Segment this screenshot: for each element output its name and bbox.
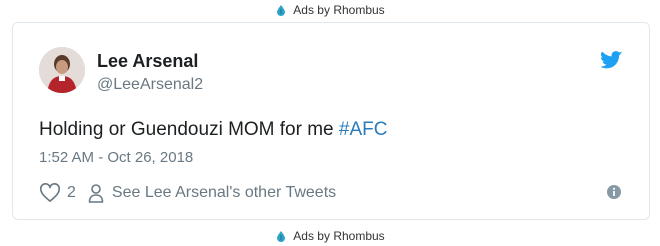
author-name[interactable]: Lee Arsenal <box>97 51 203 71</box>
tweet-actions: 2 See Lee Arsenal's other Tweets <box>39 183 336 203</box>
like-button[interactable]: 2 <box>39 183 76 203</box>
ads-bar-top[interactable]: Ads by Rhombus <box>0 0 660 20</box>
tweet-text: Holding or Guendouzi MOM for me #AFC <box>39 119 387 141</box>
ads-bar-bottom[interactable]: Ads by Rhombus <box>0 226 660 246</box>
info-icon[interactable] <box>607 185 621 199</box>
rhombus-drop-icon <box>277 5 286 16</box>
twitter-bird-icon[interactable] <box>601 51 623 69</box>
avatar-image <box>39 47 85 93</box>
like-count: 2 <box>67 184 76 201</box>
heart-icon <box>40 183 60 202</box>
author-block[interactable]: Lee Arsenal @LeeArsenal2 <box>97 51 203 95</box>
ads-label: Ads by Rhombus <box>293 229 385 243</box>
tweet-timestamp[interactable]: 1:52 AM - Oct 26, 2018 <box>39 149 193 166</box>
see-other-tweets-label: See Lee Arsenal's other Tweets <box>111 184 337 201</box>
tweet-body: Holding or Guendouzi MOM for me <box>39 119 334 140</box>
hashtag-link[interactable]: #AFC <box>339 119 388 140</box>
avatar[interactable] <box>39 47 85 93</box>
embedded-tweet-card[interactable]: Lee Arsenal @LeeArsenal2 Holding or Guen… <box>12 22 650 220</box>
author-handle[interactable]: @LeeArsenal2 <box>97 75 203 95</box>
rhombus-drop-icon <box>277 231 286 242</box>
ads-label: Ads by Rhombus <box>293 3 385 17</box>
see-other-tweets-link[interactable]: See Lee Arsenal's other Tweets <box>88 183 336 203</box>
person-icon <box>88 184 104 203</box>
